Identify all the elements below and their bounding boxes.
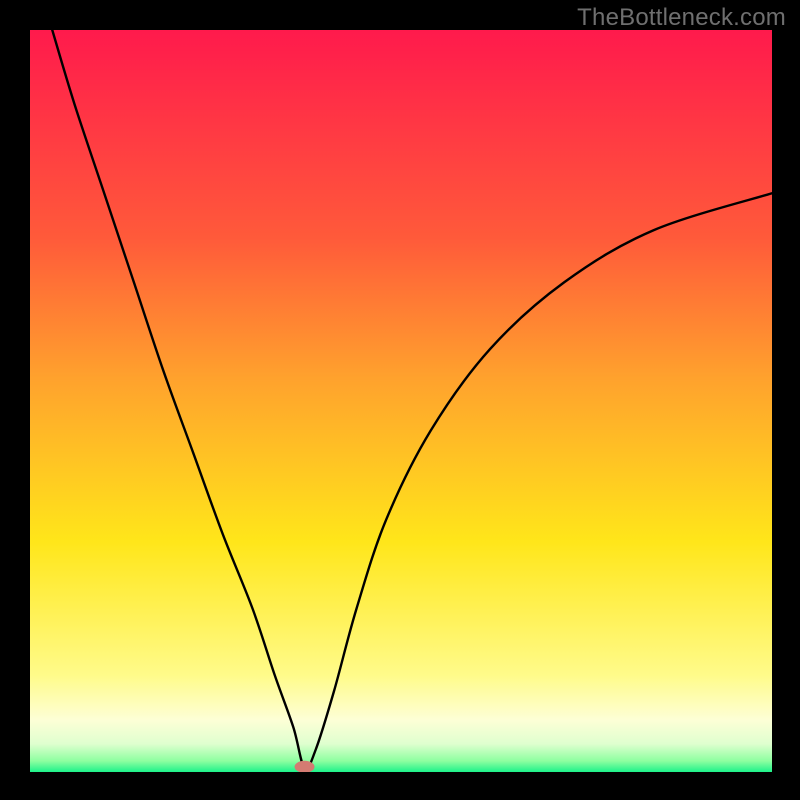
bottleneck-curve [52,30,772,769]
plot-area [30,30,772,772]
curve-layer [30,30,772,772]
chart-root: TheBottleneck.com [0,0,800,800]
watermark-text: TheBottleneck.com [577,4,786,32]
